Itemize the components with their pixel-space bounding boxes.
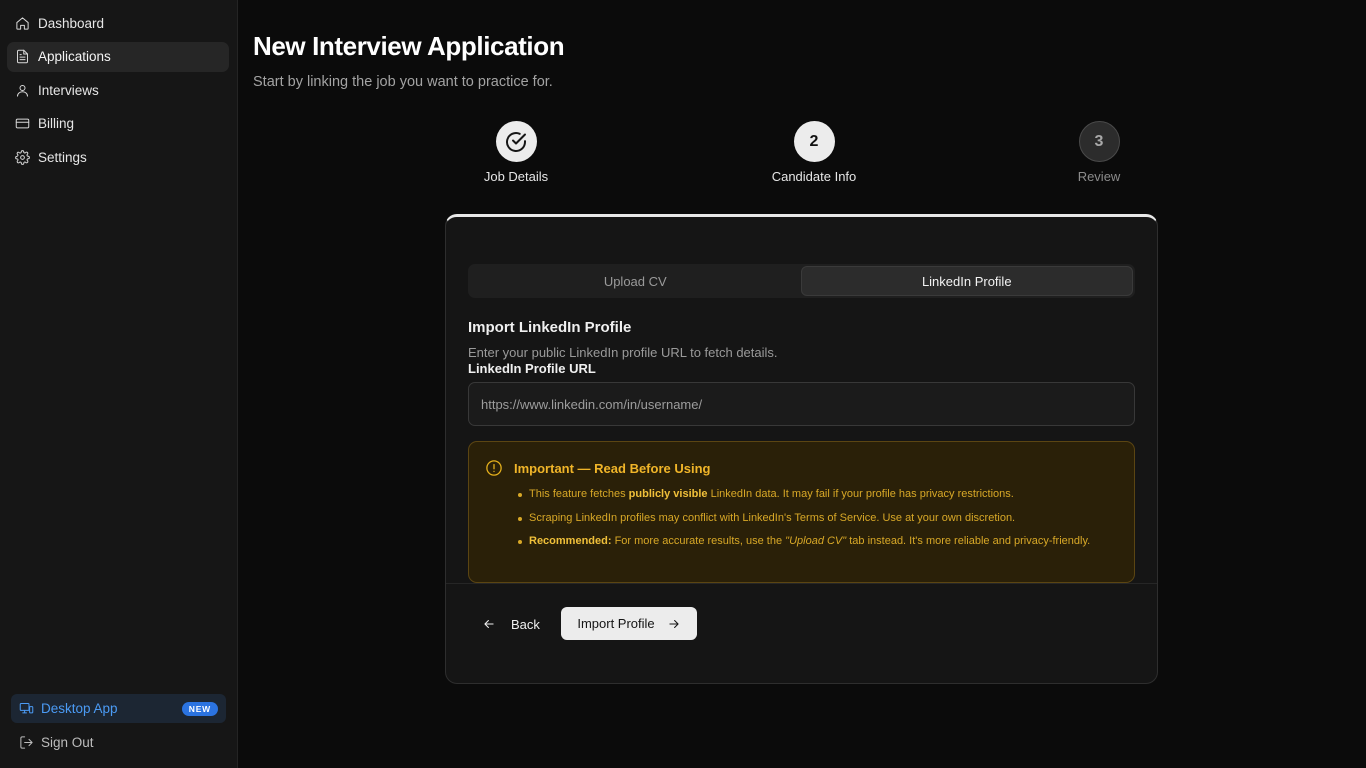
sidebar-item-settings[interactable]: Settings: [7, 142, 229, 172]
sign-out-icon: [19, 735, 41, 750]
new-badge: NEW: [181, 701, 218, 716]
warning-item: This feature fetches publicly visible Li…: [515, 486, 1118, 504]
sidebar-footer: Desktop App NEW Sign Out: [11, 694, 226, 757]
warning-callout: Important — Read Before Using This featu…: [468, 441, 1135, 583]
source-tabs: Upload CV LinkedIn Profile: [468, 264, 1135, 298]
warning-header: Important — Read Before Using: [485, 459, 1118, 477]
back-label: Back: [511, 616, 540, 632]
desktop-app-label: Desktop App: [41, 701, 118, 716]
sidebar-item-label: Billing: [38, 116, 75, 131]
credit-card-icon: [15, 116, 30, 131]
step-label: Job Details: [483, 169, 549, 184]
step-number: 2: [793, 121, 835, 162]
home-icon: [15, 16, 30, 31]
sidebar-item-dashboard[interactable]: Dashboard: [7, 8, 229, 38]
back-button[interactable]: Back: [476, 608, 546, 640]
tab-upload-cv[interactable]: Upload CV: [470, 266, 801, 296]
page-subtitle: Start by linking the job you want to pra…: [253, 74, 553, 90]
import-profile-button[interactable]: Import Profile: [561, 607, 697, 640]
sidebar-item-label: Settings: [38, 149, 87, 165]
monitor-icon: [19, 701, 41, 716]
step-candidate-info: 2 Candidate Info: [734, 121, 894, 184]
import-label: Import Profile: [577, 616, 655, 631]
step-complete-circle: [495, 121, 537, 162]
sidebar-item-billing[interactable]: Billing: [7, 109, 229, 139]
step-number: 3: [1078, 121, 1120, 162]
candidate-info-card: Upload CV LinkedIn Profile Import Linked…: [445, 214, 1158, 684]
sidebar-item-label: Dashboard: [38, 15, 105, 31]
section-description: Enter your public LinkedIn profile URL t…: [468, 345, 778, 360]
linkedin-url-input[interactable]: [468, 382, 1135, 426]
step-label: Review: [1077, 169, 1121, 184]
sidebar-nav: Dashboard Applications Interviews Billin…: [7, 8, 229, 176]
sidebar-item-label: Applications: [38, 49, 111, 64]
tab-linkedin-profile[interactable]: LinkedIn Profile: [800, 266, 1133, 296]
sidebar-item-label: Interviews: [38, 82, 99, 98]
warning-list: This feature fetches publicly visible Li…: [515, 486, 1118, 551]
alert-circle-icon: [485, 459, 514, 477]
sidebar-item-applications[interactable]: Applications: [7, 41, 229, 72]
warning-item: Recommended: For more accurate results, …: [515, 533, 1118, 551]
arrow-right-icon: [655, 617, 681, 631]
step-label: Candidate Info: [771, 169, 857, 184]
step-job-details: Job Details: [436, 121, 596, 184]
arrow-left-icon: [482, 617, 511, 631]
gear-icon: [15, 149, 30, 165]
warning-title: Important — Read Before Using: [514, 460, 711, 476]
warning-item: Scraping LinkedIn profiles may conflict …: [515, 510, 1118, 528]
desktop-app-link[interactable]: Desktop App NEW: [11, 694, 226, 723]
linkedin-url-label: LinkedIn Profile URL: [468, 361, 596, 376]
check-circle-icon: [506, 131, 526, 152]
sign-out-button[interactable]: Sign Out: [11, 728, 226, 757]
sign-out-label: Sign Out: [41, 735, 94, 750]
section-title: Import LinkedIn Profile: [468, 319, 632, 336]
document-icon: [15, 49, 30, 64]
page-title: New Interview Application: [253, 31, 565, 61]
step-review: 3 Review: [1019, 121, 1179, 184]
sidebar: Dashboard Applications Interviews Billin…: [0, 0, 238, 768]
card-divider: [446, 583, 1157, 584]
sidebar-item-interviews[interactable]: Interviews: [7, 75, 229, 105]
user-icon: [15, 83, 30, 98]
